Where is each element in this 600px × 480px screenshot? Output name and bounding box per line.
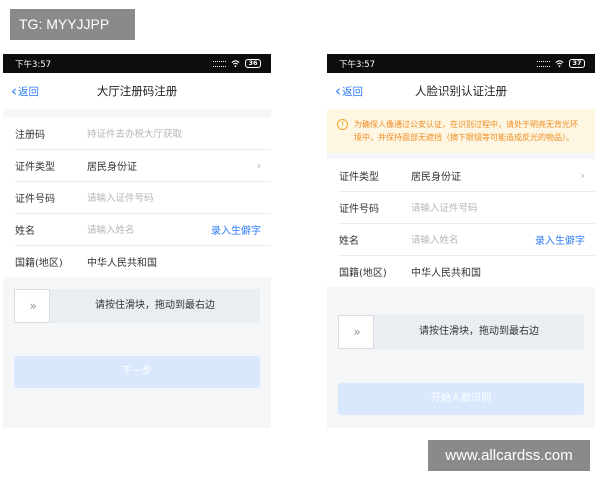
nationality-value: 中华人民共和国 <box>87 257 157 269</box>
id-number-label: 证件号码 <box>339 203 379 215</box>
page-title: 人脸识别认证注册 <box>415 84 507 98</box>
id-type-row[interactable]: 证件类型 居民身份证 › <box>3 149 271 181</box>
screenshot-canvas: TG: MYYJJPP 下午3:57 36 ‹ 返回 大厅注册码注册 注册码 持… <box>0 0 600 480</box>
nav-bar: ‹ 返回 人脸识别认证注册 <box>327 73 595 109</box>
rare-char-input-link[interactable]: 录入生僻字 <box>211 222 261 237</box>
nav-bar: ‹ 返回 大厅注册码注册 <box>3 73 271 109</box>
battery-icon: 36 <box>245 59 261 68</box>
slider-hint: 请按住滑块，拖动到最右边 <box>419 326 539 337</box>
back-button[interactable]: ‹ 返回 <box>11 73 39 109</box>
reg-code-label: 注册码 <box>15 129 45 141</box>
rare-char-input-link[interactable]: 录入生僻字 <box>535 232 585 247</box>
back-label: 返回 <box>18 85 39 98</box>
id-number-row: 证件号码 请输入证件号码 <box>3 181 271 213</box>
name-row: 姓名 请输入姓名 录入生僻字 <box>327 223 595 255</box>
id-type-row[interactable]: 证件类型 居民身份证 › <box>327 159 595 191</box>
status-time: 下午3:57 <box>339 59 376 70</box>
id-type-label: 证件类型 <box>15 161 55 173</box>
face-notice-banner: ! 为确保人像通过公安认证，在识别过程中，请处于明亮无背光环境中，并保持面部无遮… <box>327 109 595 153</box>
reg-code-input[interactable]: 持证件去办税大厅获取 <box>87 126 261 140</box>
status-bar: 下午3:57 36 <box>3 54 271 73</box>
slide-verify[interactable]: » 请按住滑块，拖动到最右边 <box>14 289 260 323</box>
slide-verify[interactable]: » 请按住滑块，拖动到最右边 <box>338 315 584 349</box>
id-number-input[interactable]: 请输入证件号码 <box>411 200 585 214</box>
name-label: 姓名 <box>15 225 35 237</box>
watermark-top-left: TG: MYYJJPP <box>10 9 135 40</box>
phone-screen-hall-code-register: 下午3:57 36 ‹ 返回 大厅注册码注册 注册码 持证件去办税大厅获取 证件… <box>3 54 271 428</box>
nationality-label: 国籍(地区) <box>339 267 387 279</box>
chevron-left-icon: ‹ <box>11 81 17 100</box>
nationality-row: 国籍(地区) 中华人民共和国 <box>3 245 271 277</box>
id-type-select[interactable]: 居民身份证 <box>411 168 581 183</box>
id-number-row: 证件号码 请输入证件号码 <box>327 191 595 223</box>
back-button[interactable]: ‹ 返回 <box>335 73 363 109</box>
register-form: 证件类型 居民身份证 › 证件号码 请输入证件号码 姓名 请输入姓名 录入生僻字… <box>327 159 595 287</box>
notice-text: 为确保人像通过公安认证，在识别过程中，请处于明亮无背光环境中，并保持面部无遮挡（… <box>354 120 578 142</box>
back-label: 返回 <box>342 85 363 98</box>
next-step-button[interactable]: 下一步 <box>14 356 260 388</box>
slider-hint: 请按住滑块，拖动到最右边 <box>95 300 215 311</box>
wifi-icon <box>555 60 564 68</box>
name-label: 姓名 <box>339 235 359 247</box>
double-chevron-right-icon[interactable]: » <box>338 315 374 349</box>
page-title: 大厅注册码注册 <box>96 84 178 98</box>
register-form: 注册码 持证件去办税大厅获取 证件类型 居民身份证 › 证件号码 请输入证件号码… <box>3 117 271 277</box>
chevron-left-icon: ‹ <box>335 81 341 100</box>
nationality-value: 中华人民共和国 <box>411 267 481 279</box>
status-time: 下午3:57 <box>15 59 52 70</box>
nationality-label: 国籍(地区) <box>15 257 63 269</box>
name-row: 姓名 请输入姓名 录入生僻字 <box>3 213 271 245</box>
wifi-icon <box>231 60 240 68</box>
reg-code-row: 注册码 持证件去办税大厅获取 <box>3 117 271 149</box>
chevron-right-icon: › <box>256 158 261 172</box>
id-number-input[interactable]: 请输入证件号码 <box>87 190 261 204</box>
double-chevron-right-icon[interactable]: » <box>14 289 50 323</box>
battery-icon: 37 <box>569 59 585 68</box>
signal-icon <box>537 60 550 67</box>
id-type-select[interactable]: 居民身份证 <box>87 158 257 173</box>
chevron-right-icon: › <box>580 168 585 182</box>
nationality-row: 国籍(地区) 中华人民共和国 <box>327 255 595 287</box>
id-number-label: 证件号码 <box>15 193 55 205</box>
start-face-recognition-button[interactable]: 开始人脸识别 <box>338 383 584 415</box>
warning-icon: ! <box>337 119 348 130</box>
name-input[interactable]: 请输入姓名 <box>87 222 211 236</box>
id-type-label: 证件类型 <box>339 171 379 183</box>
signal-icon <box>213 60 226 67</box>
status-bar: 下午3:57 37 <box>327 54 595 73</box>
phone-screen-face-register: 下午3:57 37 ‹ 返回 人脸识别认证注册 ! 为确保人像通过公安认证，在识… <box>327 54 595 428</box>
watermark-bottom-right: www.allcardss.com <box>428 440 590 471</box>
name-input[interactable]: 请输入姓名 <box>411 232 535 246</box>
